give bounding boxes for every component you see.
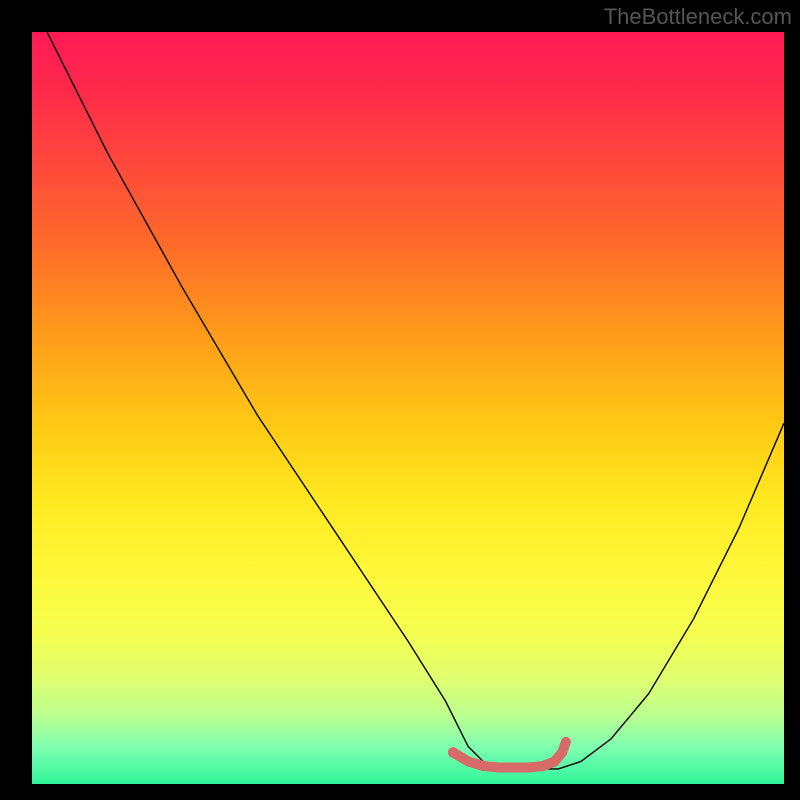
watermark-text: TheBottleneck.com xyxy=(604,4,792,30)
bottleneck-curve-path xyxy=(32,32,784,769)
plot-gradient-background xyxy=(32,32,784,784)
marker-segment-path xyxy=(453,742,566,768)
marker-dot xyxy=(448,747,459,758)
chart-svg xyxy=(32,32,784,784)
